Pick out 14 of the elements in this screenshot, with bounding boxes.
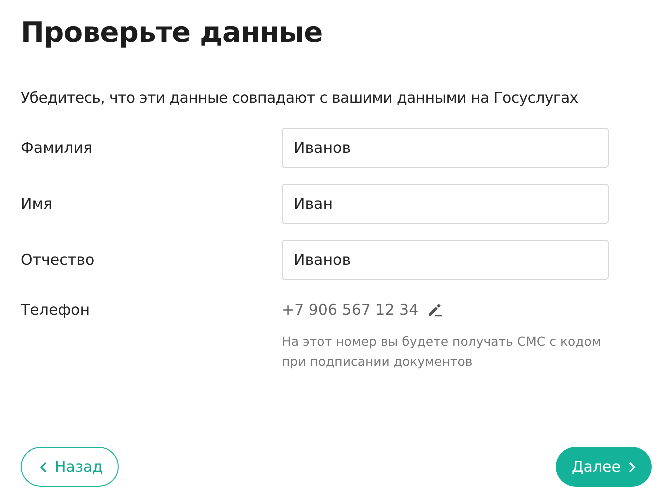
input-field[interactable]: Иван: [282, 184, 609, 224]
field-label: Имя: [21, 195, 54, 213]
field-label: Отчество: [21, 251, 96, 269]
page-title: Проверьте данные: [21, 15, 324, 51]
instruction-text: Убедитесь, что эти данные совпадают с вашими данными на Госуслугах: [21, 88, 580, 108]
chevron-left-icon: [40, 462, 47, 472]
input-field[interactable]: Иванов: [282, 128, 609, 168]
field-label: Телефон: [21, 300, 92, 321]
edit-icon[interactable]: [428, 303, 442, 317]
phone-number: +7 906 567 12 34: [282, 300, 419, 321]
input-field[interactable]: Иванов: [282, 240, 609, 280]
hint-text: На этот номер вы будете получать СМС с кодом при подписании документов: [282, 333, 602, 371]
field-label: Фамилия: [21, 139, 94, 157]
chevron-right-icon: [629, 462, 636, 472]
